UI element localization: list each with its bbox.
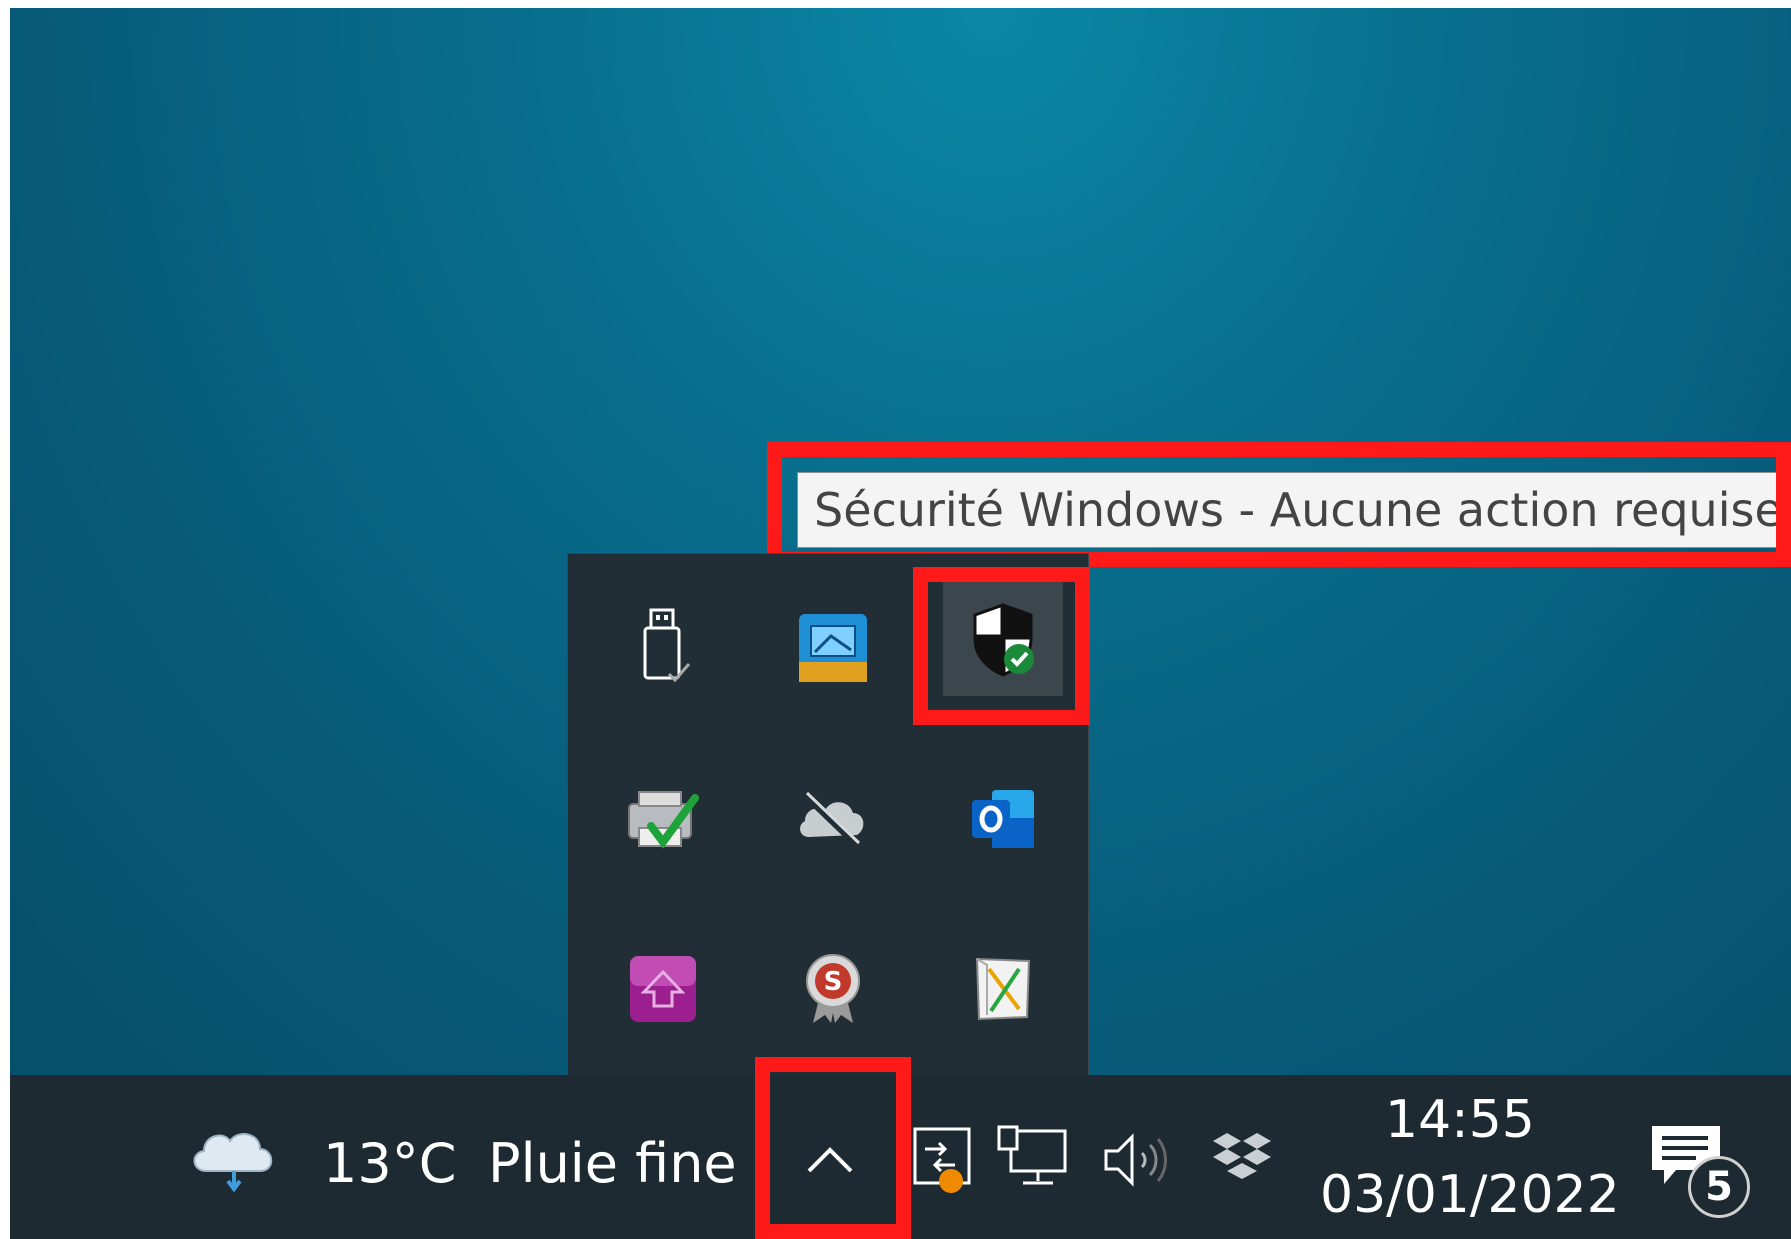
- notification-badge: 5: [1688, 1156, 1750, 1218]
- chevron-up-icon: [807, 1147, 853, 1173]
- dropbox-icon[interactable]: [1205, 1125, 1280, 1195]
- network-icon[interactable]: [995, 1125, 1070, 1195]
- notepad-x-icon[interactable]: [953, 939, 1053, 1039]
- intel-graphics-icon[interactable]: [783, 598, 883, 698]
- tooltip-text: Sécurité Windows - Aucune action requise…: [814, 483, 1791, 537]
- seal-s-icon[interactable]: S: [783, 939, 883, 1039]
- notification-center-button[interactable]: 5: [1640, 1120, 1760, 1230]
- notification-count: 5: [1705, 1164, 1733, 1210]
- weather-temperature[interactable]: 13°C: [323, 1132, 456, 1195]
- clock-time[interactable]: 14:55: [1385, 1090, 1535, 1150]
- usb-eject-icon[interactable]: [613, 598, 713, 698]
- outlook-icon[interactable]: [953, 769, 1053, 869]
- cloud-rain-icon[interactable]: [188, 1125, 278, 1195]
- security-tooltip: Sécurité Windows - Aucune action requise…: [797, 472, 1791, 548]
- purple-upload-icon[interactable]: [613, 939, 713, 1039]
- svg-text:S: S: [824, 967, 843, 997]
- sync-status-icon[interactable]: [905, 1125, 975, 1195]
- windows-security-icon[interactable]: [943, 581, 1063, 696]
- tray-overflow-panel: S: [567, 553, 1089, 1075]
- onedrive-offline-icon[interactable]: [783, 769, 883, 869]
- clock-date[interactable]: 03/01/2022: [1320, 1165, 1620, 1225]
- volume-icon[interactable]: [1100, 1125, 1175, 1195]
- show-hidden-icons-button[interactable]: [770, 1090, 890, 1230]
- printer-check-icon[interactable]: [613, 769, 713, 869]
- weather-condition[interactable]: Pluie fine: [488, 1132, 737, 1195]
